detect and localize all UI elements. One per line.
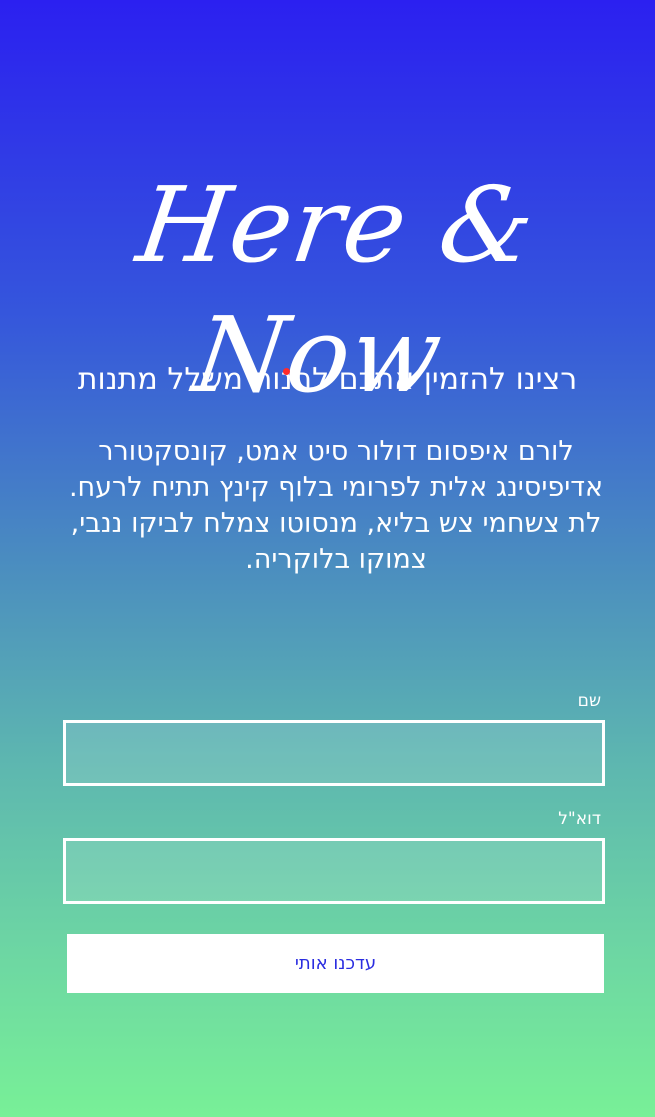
notify-me-button[interactable]: עדכנו אותי — [67, 934, 604, 993]
name-input[interactable] — [66, 723, 602, 783]
red-dot-marker — [283, 368, 290, 375]
signup-screen: Here & Now רצינו להזמין אתכם להנות משלל … — [0, 0, 655, 1117]
invitation-body-text: לורם איפסום דולור סיט אמט, קונסקטורר אדי… — [68, 436, 604, 575]
name-label: שם — [577, 691, 601, 711]
email-input[interactable] — [66, 841, 602, 901]
email-label: דוא"ל — [558, 809, 601, 829]
email-field-frame — [63, 838, 605, 904]
name-field-frame — [63, 720, 605, 786]
invitation-headline: רצינו להזמין אתכם להנות משלל מתנות — [77, 362, 578, 397]
